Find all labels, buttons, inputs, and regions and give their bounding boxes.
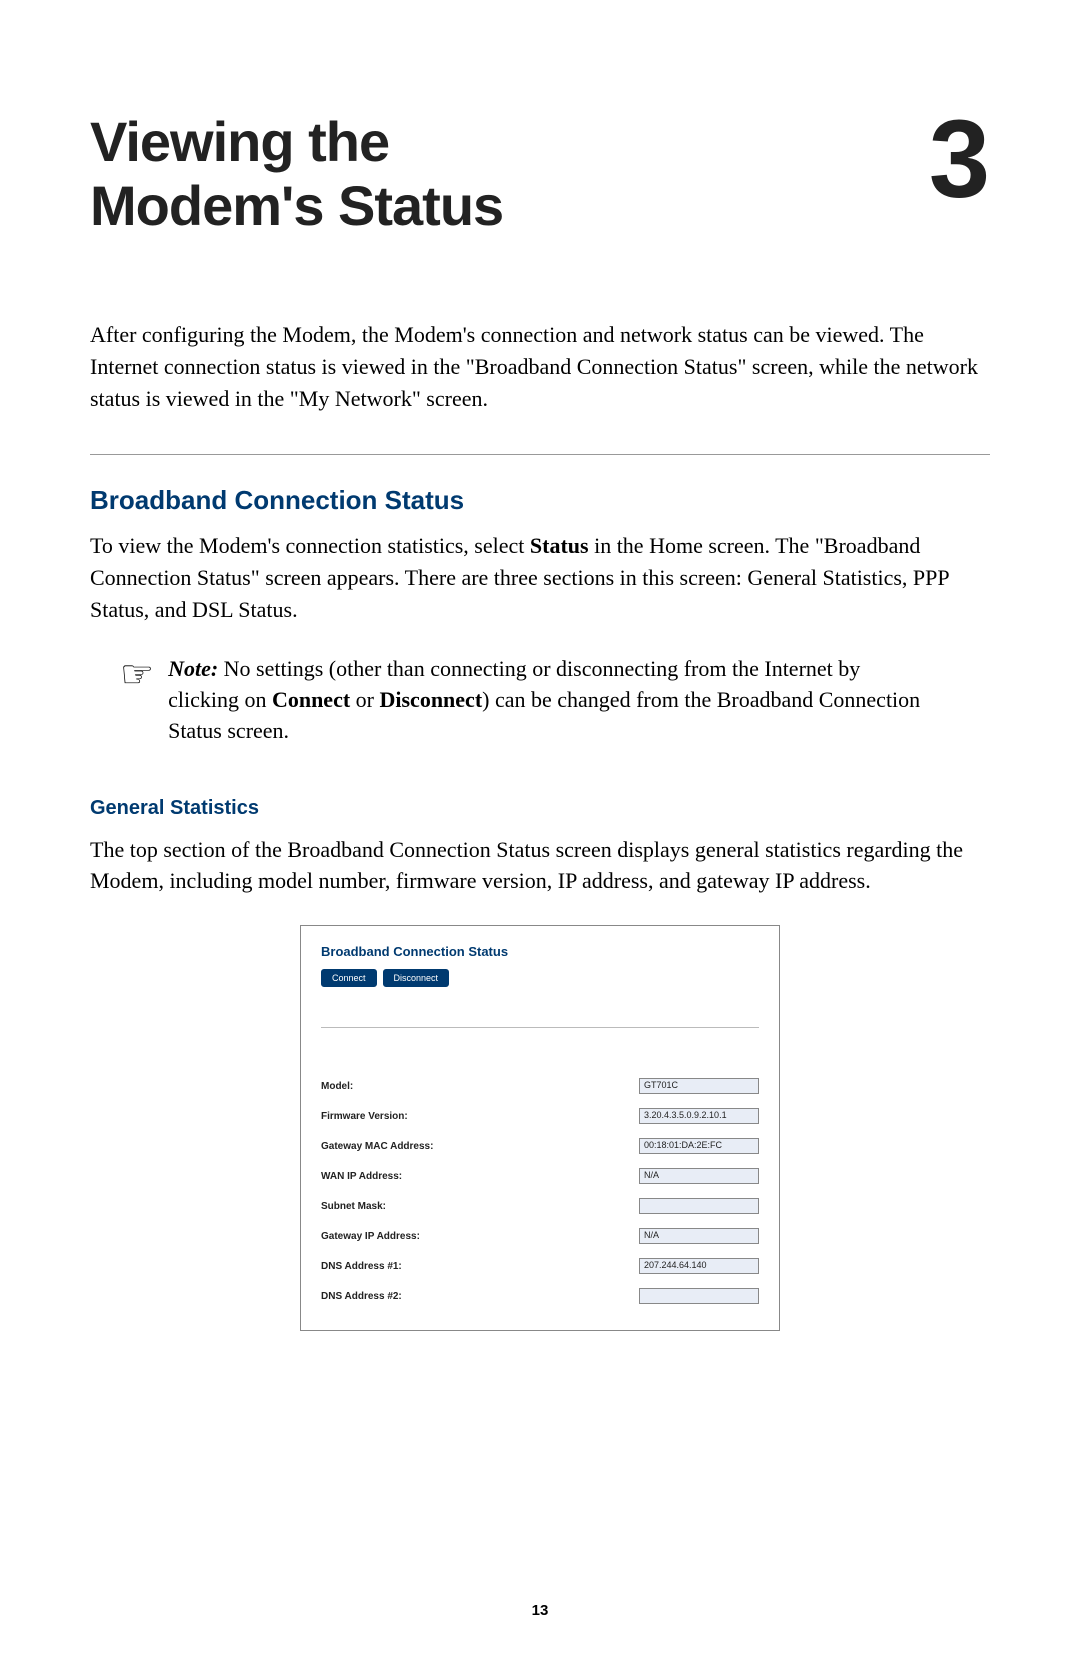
horizontal-rule: [90, 454, 990, 455]
section-heading: Broadband Connection Status: [90, 485, 990, 516]
intro-paragraph: After configuring the Modem, the Modem's…: [90, 319, 990, 415]
stat-label: Gateway MAC Address:: [321, 1141, 433, 1152]
chapter-title-line2: Modem's Status: [90, 174, 503, 237]
connect-button[interactable]: Connect: [321, 969, 377, 987]
stat-value: [639, 1198, 759, 1214]
note-label: Note:: [168, 656, 218, 681]
stat-value: 207.244.64.140: [639, 1258, 759, 1274]
section-body-pre: To view the Modem's connection statistic…: [90, 533, 530, 558]
stat-label: Subnet Mask:: [321, 1201, 386, 1212]
stat-label: DNS Address #1:: [321, 1261, 402, 1272]
table-row: Model: GT701C: [321, 1078, 759, 1094]
page-number: 13: [0, 1602, 1080, 1619]
section-body-bold: Status: [530, 533, 589, 558]
status-screenshot: Broadband Connection Status Connect Disc…: [300, 925, 780, 1331]
stat-value: 3.20.4.3.5.0.9.2.10.1: [639, 1108, 759, 1124]
stat-label: WAN IP Address:: [321, 1171, 402, 1182]
chapter-number: 3: [929, 110, 990, 209]
stat-label: Firmware Version:: [321, 1111, 408, 1122]
note-block: ☞ Note: No settings (other than connecti…: [90, 654, 990, 746]
stat-value: N/A: [639, 1168, 759, 1184]
note-connect: Connect: [272, 687, 350, 712]
table-row: Subnet Mask:: [321, 1198, 759, 1214]
chapter-header: Viewing the Modem's Status 3: [90, 110, 990, 239]
table-row: DNS Address #2:: [321, 1288, 759, 1304]
subsection-body: The top section of the Broadband Connect…: [90, 834, 990, 898]
pointing-hand-icon: ☞: [120, 656, 154, 694]
stat-value: [639, 1288, 759, 1304]
note-text: Note: No settings (other than connecting…: [168, 654, 930, 746]
stat-label: DNS Address #2:: [321, 1291, 402, 1302]
table-row: Gateway MAC Address: 00:18:01:DA:2E:FC: [321, 1138, 759, 1154]
table-row: Firmware Version: 3.20.4.3.5.0.9.2.10.1: [321, 1108, 759, 1124]
stats-table: Model: GT701C Firmware Version: 3.20.4.3…: [321, 1078, 759, 1304]
chapter-title: Viewing the Modem's Status: [90, 110, 503, 239]
table-row: Gateway IP Address: N/A: [321, 1228, 759, 1244]
button-row: Connect Disconnect: [321, 969, 759, 1028]
chapter-title-line1: Viewing the: [90, 110, 389, 173]
stat-label: Model:: [321, 1081, 353, 1092]
note-disconnect: Disconnect: [380, 687, 483, 712]
screenshot-title: Broadband Connection Status: [321, 944, 759, 959]
page: Viewing the Modem's Status 3 After confi…: [0, 0, 1080, 1669]
table-row: DNS Address #1: 207.244.64.140: [321, 1258, 759, 1274]
table-row: WAN IP Address: N/A: [321, 1168, 759, 1184]
section-body: To view the Modem's connection statistic…: [90, 530, 990, 626]
stat-value: GT701C: [639, 1078, 759, 1094]
stat-label: Gateway IP Address:: [321, 1231, 420, 1242]
subsection-heading: General Statistics: [90, 797, 990, 820]
stat-value: 00:18:01:DA:2E:FC: [639, 1138, 759, 1154]
disconnect-button[interactable]: Disconnect: [383, 969, 450, 987]
stat-value: N/A: [639, 1228, 759, 1244]
note-mid: or: [350, 687, 379, 712]
